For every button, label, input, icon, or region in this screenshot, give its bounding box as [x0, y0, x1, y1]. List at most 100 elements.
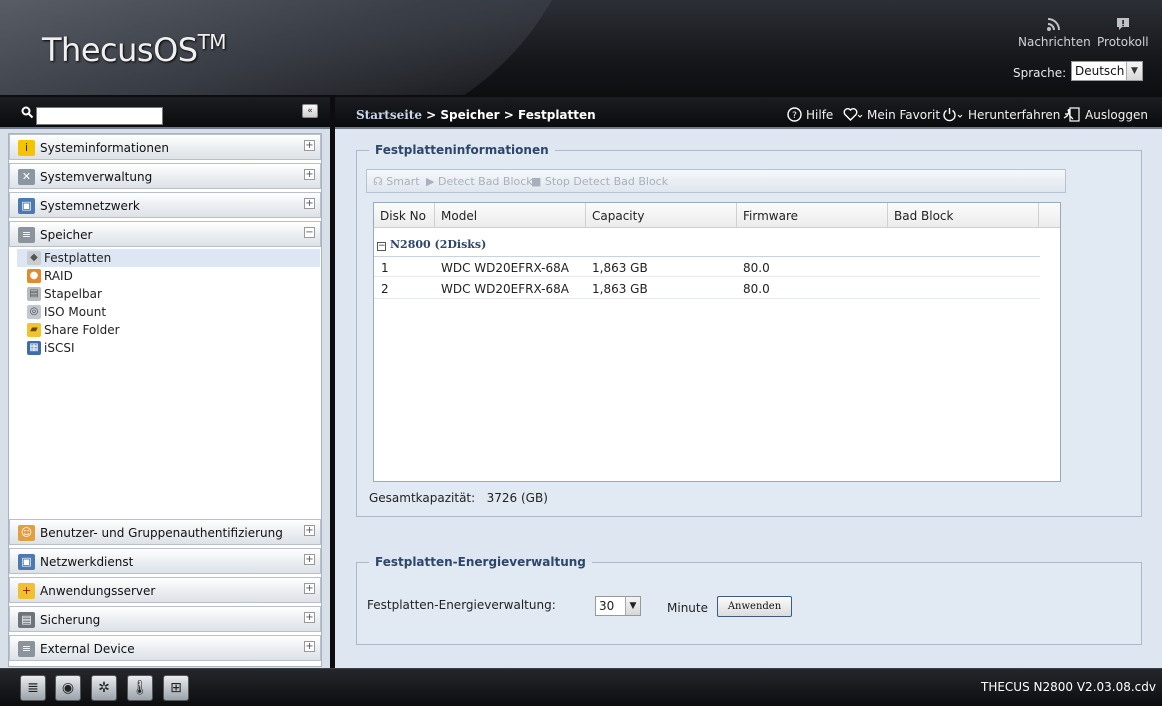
chevron-down-icon[interactable]: ▼: [1126, 62, 1142, 80]
sidebar-item-festplatten[interactable]: ◆ Festplatten: [17, 249, 320, 267]
collapse-group-icon[interactable]: −: [377, 242, 386, 251]
network-status-icon[interactable]: ⊞: [163, 675, 189, 701]
expand-icon[interactable]: +: [304, 198, 315, 209]
disk-status-icon[interactable]: ◉: [55, 675, 81, 701]
stackable-icon: ▤: [27, 287, 41, 301]
column-header-disk-no[interactable]: Disk No: [374, 203, 435, 228]
expand-icon[interactable]: +: [304, 554, 315, 565]
sidebar-item-iscsi[interactable]: ▦ iSCSI: [17, 339, 320, 357]
power-icon: [942, 107, 964, 122]
play-icon: ▶: [426, 175, 435, 188]
help-link[interactable]: ? Hilfe: [787, 107, 833, 122]
stop-icon: ■: [531, 175, 542, 188]
sidebar-item-anwendungsserver[interactable]: + Anwendungsserver +: [9, 577, 321, 603]
raid-icon: ●: [27, 269, 41, 283]
power-timeout-value: 30: [599, 599, 615, 613]
language-value: Deutsch: [1075, 64, 1125, 78]
logout-icon: [1063, 107, 1081, 122]
header: ThecusOSTM Nachrichten Protokoll Sprache…: [0, 0, 1162, 95]
grid-header: Disk No Model Capacity Firmware Bad Bloc…: [374, 203, 1060, 228]
stethoscope-icon: ☊: [373, 175, 383, 188]
sidebar-item-share-folder[interactable]: ▰ Share Folder: [17, 321, 320, 339]
total-capacity-label: Gesamtkapazität:: [369, 491, 476, 505]
server-status-icon[interactable]: ≣: [20, 675, 46, 701]
column-header-firmware[interactable]: Firmware: [737, 203, 888, 228]
table-row[interactable]: 2 WDC WD20EFRX-68A 1,863 GB 80.0: [374, 278, 1040, 299]
iso-icon: ◎: [27, 305, 41, 319]
breadcrumb-path: > Speicher > Festplatten: [421, 108, 596, 122]
expand-icon[interactable]: +: [304, 169, 315, 180]
sidebar-item-raid[interactable]: ● RAID: [17, 267, 320, 285]
language-select[interactable]: Deutsch ▼: [1071, 61, 1143, 81]
version-label: THECUS N2800 V2.03.08.cdv: [980, 680, 1156, 694]
svg-text:?: ?: [792, 111, 797, 121]
fan-icon[interactable]: ✲: [91, 675, 117, 701]
table-row[interactable]: 1 WDC WD20EFRX-68A 1,863 GB 80.0: [374, 256, 1040, 277]
sidebar-item-stapelbar[interactable]: ▤ Stapelbar: [17, 285, 320, 303]
external-device-icon: ≡: [18, 641, 35, 657]
sidebar-search-bar: «: [0, 97, 330, 129]
expand-icon[interactable]: +: [304, 612, 315, 623]
collapse-icon[interactable]: −: [304, 227, 315, 238]
info-icon: i: [18, 140, 35, 156]
stop-detect-bad-block-button[interactable]: ■ Stop Detect Bad Block: [531, 175, 668, 188]
sidebar-item-systemnetzwerk[interactable]: ▣ Systemnetzwerk +: [9, 192, 321, 218]
sidebar-item-sicherung[interactable]: ▤ Sicherung +: [9, 606, 321, 632]
chevron-down-icon[interactable]: ▼: [625, 597, 640, 615]
column-header-model[interactable]: Model: [435, 203, 586, 228]
help-icon: ?: [787, 107, 802, 122]
power-legend: Festplatten-Energieverwaltung: [375, 555, 586, 569]
logo: ThecusOSTM: [42, 30, 227, 69]
total-capacity-value: 3726 (GB): [486, 491, 548, 505]
disk-icon: ◆: [27, 251, 41, 265]
sidebar: « i Systeminformationen + ✕ Systemverwal…: [0, 97, 330, 668]
sidebar-item-systeminformationen[interactable]: i Systeminformationen +: [9, 134, 321, 160]
apply-button[interactable]: Anwenden: [717, 596, 792, 617]
total-capacity: Gesamtkapazität: 3726 (GB): [369, 491, 548, 505]
disk-toolbar: ☊ Smart ▶ Detect Bad Block ■ Stop Detect…: [366, 169, 1066, 193]
logout-link[interactable]: Ausloggen: [1063, 107, 1148, 122]
minute-label: Minute: [667, 601, 708, 615]
sidebar-item-netzwerkdienst[interactable]: ▣ Netzwerkdienst +: [9, 548, 321, 574]
temperature-icon[interactable]: 🌡︎: [127, 675, 153, 701]
group-row[interactable]: − N2800 (2Disks): [377, 238, 486, 251]
shutdown-link[interactable]: Herunterfahren: [942, 107, 1060, 122]
folder-icon: ▰: [27, 323, 41, 337]
sidebar-item-external-device[interactable]: ≡ External Device +: [9, 635, 321, 661]
log-link[interactable]: Protokoll: [1097, 16, 1149, 49]
storage-icon: ≡: [18, 227, 35, 243]
language-label: Sprache:: [1013, 66, 1067, 80]
expand-icon[interactable]: +: [304, 140, 315, 151]
sidebar-nav: i Systeminformationen + ✕ Systemverwaltu…: [8, 133, 322, 667]
expand-icon[interactable]: +: [304, 525, 315, 536]
power-timeout-select[interactable]: 30 ▼: [595, 596, 641, 616]
network-icon: ▣: [18, 198, 35, 214]
power-label: Festplatten-Energieverwaltung:: [367, 598, 556, 612]
detect-bad-block-button[interactable]: ▶ Detect Bad Block: [426, 175, 533, 188]
column-header-capacity[interactable]: Capacity: [586, 203, 737, 228]
sidebar-item-speicher[interactable]: ≡ Speicher −: [9, 221, 321, 247]
disk-grid: Disk No Model Capacity Firmware Bad Bloc…: [373, 202, 1061, 482]
search-input[interactable]: [36, 107, 163, 125]
messages-link[interactable]: Nachrichten: [1018, 16, 1091, 49]
breadcrumb-home-link[interactable]: Startseite: [356, 108, 422, 122]
collapse-sidebar-button[interactable]: «: [302, 104, 318, 118]
backup-icon: ▤: [18, 612, 35, 628]
speech-bubble-icon: [1115, 16, 1131, 32]
search-icon: [21, 106, 34, 123]
sidebar-item-benutzer[interactable]: ☺ Benutzer- und Gruppenauthentifizierung…: [9, 519, 321, 545]
tools-icon: ✕: [18, 169, 35, 185]
rss-icon: [1046, 16, 1062, 32]
breadcrumb: Startseite > Speicher > Festplatten: [356, 108, 596, 122]
column-header-bad-block[interactable]: Bad Block: [888, 203, 1039, 228]
network-service-icon: ▣: [18, 554, 35, 570]
app-server-icon: +: [18, 583, 35, 599]
sidebar-item-systemverwaltung[interactable]: ✕ Systemverwaltung +: [9, 163, 321, 189]
expand-icon[interactable]: +: [304, 583, 315, 594]
topbar: Startseite > Speicher > Festplatten ? Hi…: [335, 97, 1162, 129]
smart-button[interactable]: ☊ Smart: [373, 175, 420, 188]
favorite-link[interactable]: Mein Favorit: [843, 107, 940, 122]
sidebar-item-iso-mount[interactable]: ◎ ISO Mount: [17, 303, 320, 321]
expand-icon[interactable]: +: [304, 641, 315, 652]
footer: ≣ ◉ ✲ 🌡︎ ⊞ THECUS N2800 V2.03.08.cdv: [0, 668, 1162, 706]
